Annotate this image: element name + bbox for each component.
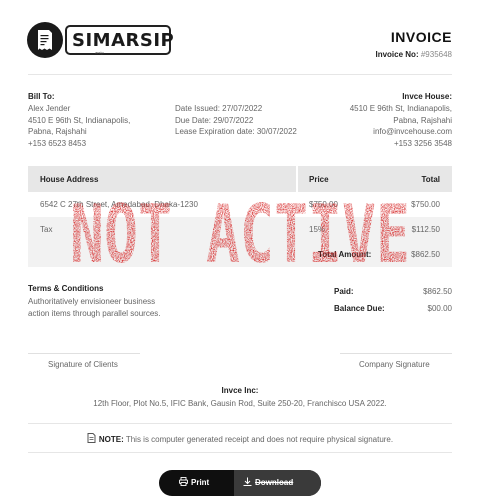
terms-title: Terms & Conditions xyxy=(28,284,104,293)
brand-wordmark: SIMARSIP arsip xyxy=(65,25,175,55)
row-tax-total: $112.50 xyxy=(411,225,440,234)
receipt-logo-icon xyxy=(27,22,63,58)
col-house-address: House Address xyxy=(40,175,99,184)
header-divider xyxy=(28,74,452,75)
brand-tagline: arsip xyxy=(95,50,104,55)
download-icon xyxy=(243,477,252,486)
company-footer-address: 12th Floor, Plot No.5, IFIC Bank, Gausin… xyxy=(93,399,387,408)
stamp-text: NOT ACTIVE xyxy=(70,196,410,270)
bill-to-block: Bill To: Alex Jender 4510 E 96th St, Ind… xyxy=(28,92,130,149)
row-total: $750.00 xyxy=(411,200,440,209)
not-active-stamp: NOT ACTIVE xyxy=(70,196,410,270)
company-signature-label: Company Signature xyxy=(359,360,430,369)
terms-block: Terms & Conditions Authoritatively envis… xyxy=(28,284,161,319)
note: NOTE: This is computer generated receipt… xyxy=(0,433,480,444)
brand-logo: SIMARSIP arsip xyxy=(27,22,175,58)
print-label: Print xyxy=(191,478,210,487)
col-total: Total xyxy=(421,175,440,184)
printer-icon xyxy=(179,477,188,486)
print-button[interactable]: Print xyxy=(179,470,209,496)
terms-line1: Authoritatively envisioneer business xyxy=(28,297,156,306)
bill-to-label: Bill To: xyxy=(28,92,55,101)
download-button[interactable]: Download xyxy=(234,470,321,496)
house-address1: 4510 E 96th St, Indianapolis, xyxy=(349,104,452,113)
house-label: Invce House: xyxy=(402,92,452,101)
lease-expiration-date: Lease Expiration date: 30/07/2022 xyxy=(175,127,297,136)
total-amount-value: $862.50 xyxy=(411,250,440,259)
paid-row: Paid: $862.50 xyxy=(332,287,452,304)
download-label: Download xyxy=(255,478,294,487)
bill-to-phone: +153 6523 8453 xyxy=(28,138,87,148)
due-date: Due Date: 29/07/2022 xyxy=(175,115,254,125)
footer-divider xyxy=(28,423,452,424)
bill-to-name: Alex Jender xyxy=(28,104,71,113)
company-footer-name: Invce Inc: xyxy=(221,386,259,395)
house-phone: +153 3256 3548 xyxy=(393,138,452,148)
house-email[interactable]: info@invcehouse.com xyxy=(350,126,452,138)
invce-house-block: Invce House: 4510 E 96th St, Indianapoli… xyxy=(350,92,452,149)
note-label: NOTE: xyxy=(98,435,124,444)
invoice-title: INVOICE xyxy=(390,29,452,45)
client-signature-line xyxy=(28,353,140,354)
dates-block: Date Issued: 27/07/2022 Due Date: 29/07/… xyxy=(175,103,297,138)
invoice-number-label: Invoice No: xyxy=(375,50,419,59)
invoice-number: Invoice No: #935648 xyxy=(375,50,452,59)
paid-label: Paid: xyxy=(334,287,354,296)
invoice-number-value: #935648 xyxy=(420,50,452,59)
note-text: This is computer generated receipt and d… xyxy=(125,435,394,444)
date-issued: Date Issued: 27/07/2022 xyxy=(175,104,263,113)
col-price: Price xyxy=(309,175,329,184)
brand-name-suffix: ARSIP xyxy=(111,30,175,51)
row-tax: Tax xyxy=(40,225,53,234)
balance-row: Balance Due: $00.00 xyxy=(332,304,452,321)
house-address2: Pabna, Rajshahi xyxy=(393,115,452,125)
company-signature-line xyxy=(340,353,452,354)
balance-value: $00.00 xyxy=(427,304,452,313)
paid-value: $862.50 xyxy=(423,287,452,296)
note-divider xyxy=(28,452,452,453)
terms-line2: action items through parallel sources. xyxy=(28,308,161,318)
header-separator xyxy=(296,166,298,192)
bill-to-address2: Pabna, Rajshahi xyxy=(28,127,87,136)
brand-name-prefix: SIM xyxy=(72,30,112,51)
action-bar: Print Download xyxy=(159,470,321,496)
document-icon xyxy=(87,433,96,443)
table-header: House Address Price Total xyxy=(28,166,452,192)
balance-label: Balance Due: xyxy=(334,304,385,313)
bill-to-address1: 4510 E 96th St, Indianapolis, xyxy=(28,115,131,125)
client-signature-label: Signature of Clients xyxy=(48,360,118,369)
payment-summary: Paid: $862.50 Balance Due: $00.00 xyxy=(332,287,452,321)
